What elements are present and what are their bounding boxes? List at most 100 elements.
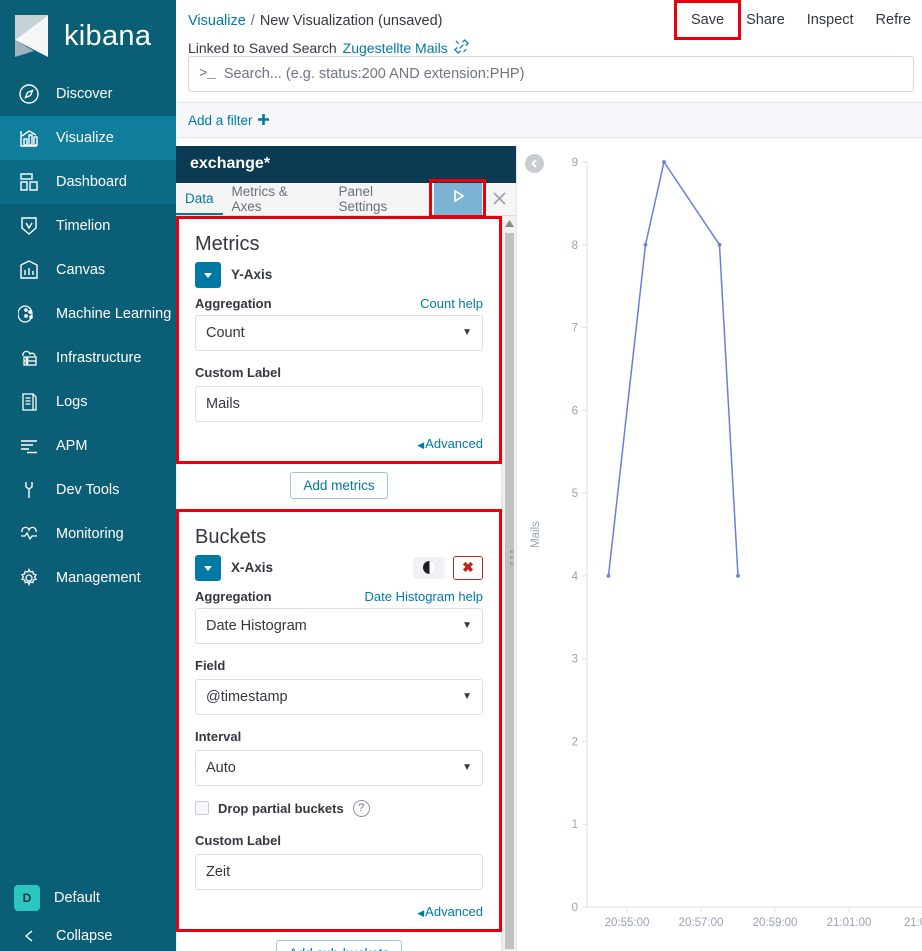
canvas-icon: [16, 257, 42, 283]
buckets-aggregation-label: Aggregation: [195, 588, 272, 604]
sidebar-item-machine-learning[interactable]: Machine Learning: [0, 292, 176, 336]
buckets-interval-select[interactable]: Auto ▼: [195, 749, 483, 786]
share-button[interactable]: Share: [735, 4, 796, 36]
drop-partial-buckets-label: Drop partial buckets: [218, 800, 344, 816]
add-sub-buckets-button[interactable]: Add sub-buckets: [275, 939, 403, 951]
metrics-aggregation-row: Aggregation Count help: [195, 296, 483, 311]
search-input-wrapper[interactable]: >_ Search... (e.g. status:200 AND extens…: [188, 56, 914, 92]
sidebar-item-label: Dev Tools: [56, 482, 120, 498]
apm-icon: [16, 433, 42, 459]
sidebar-item-discover[interactable]: Discover: [0, 72, 176, 116]
question-mark-icon[interactable]: ?: [352, 799, 370, 817]
buckets-aggregation-select[interactable]: Date Histogram ▼: [195, 607, 483, 644]
metrics-custom-label-value: Mails: [206, 395, 240, 412]
sidebar-item-apm[interactable]: APM: [0, 424, 176, 468]
kibana-logo[interactable]: kibana: [0, 0, 176, 72]
kibana-mark-icon: [12, 14, 54, 58]
breadcrumb-separator: /: [250, 13, 255, 29]
chevron-down-icon: ▼: [462, 327, 472, 339]
metrics-advanced-label: Advanced: [425, 435, 483, 451]
app-header: Visualize / New Visualization (unsaved) Li…: [176, 0, 922, 56]
chevron-down-icon: ▼: [462, 620, 472, 632]
buckets-field-select[interactable]: @timestamp ▼: [195, 678, 483, 715]
sidebar-item-label: Discover: [56, 86, 113, 102]
sidebar-item-visualize[interactable]: Visualize: [0, 116, 176, 160]
buckets-collapse-button[interactable]: [195, 554, 221, 581]
buckets-title: Buckets: [195, 525, 267, 548]
scrollbar-up-arrow[interactable]: [503, 216, 516, 231]
sidebar-item-timelion[interactable]: Timelion: [0, 204, 176, 248]
sidebar-item-label: Dashboard: [56, 174, 127, 190]
unlink-icon[interactable]: [453, 39, 469, 57]
drop-partial-buckets-checkbox[interactable]: [195, 801, 209, 816]
main-content: Visualize / New Visualization (unsaved) Li…: [176, 0, 922, 951]
sidebar-item-label: Monitoring: [56, 526, 124, 542]
sidebar-item-label: Management: [56, 570, 141, 586]
search-input[interactable]: Search... (e.g. status:200 AND extension…: [224, 66, 525, 82]
sidebar-item-dev-tools[interactable]: Dev Tools: [0, 468, 176, 512]
breadcrumb-current: New Visualization (unsaved): [259, 13, 443, 29]
sidebar-item-space-default[interactable]: D Default: [0, 875, 176, 921]
monitoring-icon: [16, 521, 42, 547]
buckets-remove-button[interactable]: ✖: [453, 555, 483, 580]
panel-resize-handle[interactable]: [510, 550, 516, 568]
triangle-left-icon: ◀: [417, 907, 425, 918]
close-editor-button[interactable]: [482, 183, 516, 215]
buckets-custom-label-input[interactable]: Zeit: [195, 853, 483, 890]
sidebar-item-infrastructure[interactable]: Infrastructure: [0, 336, 176, 380]
inspect-button[interactable]: Inspect: [796, 4, 865, 36]
svg-text:20:59:00: 20:59:00: [753, 917, 798, 929]
buckets-custom-label-label: Custom Label: [195, 832, 281, 848]
index-pattern-title: exchange*: [176, 146, 516, 183]
add-metrics-button[interactable]: Add metrics: [290, 471, 388, 499]
linked-prefix-label: Linked to Saved Search: [188, 40, 337, 56]
editor-scrollbar[interactable]: [502, 215, 516, 951]
metrics-agg-label: Y-Axis: [231, 267, 273, 283]
refresh-button[interactable]: Refre: [865, 4, 922, 36]
sidebar-item-canvas[interactable]: Canvas: [0, 248, 176, 292]
tab-panel-settings[interactable]: Panel Settings: [330, 183, 435, 215]
metrics-advanced-toggle[interactable]: ◀Advanced: [195, 436, 483, 451]
query-bar: >_ Search... (e.g. status:200 AND extens…: [176, 56, 922, 102]
metrics-aggregation-value: Count: [206, 324, 245, 341]
buckets-advanced-toggle[interactable]: ◀Advanced: [195, 904, 483, 919]
tab-metrics-axes[interactable]: Metrics & Axes: [223, 183, 330, 215]
add-filter-button[interactable]: Add a filter: [188, 113, 269, 128]
sidebar-collapse-button[interactable]: Collapse: [0, 921, 176, 951]
play-icon: [448, 186, 468, 211]
metrics-aggregation-label: Aggregation: [195, 295, 272, 311]
metrics-collapse-button[interactable]: [195, 261, 221, 288]
editor-tabs: Data Metrics & Axes Panel Settings: [176, 178, 516, 218]
add-filter-label: Add a filter: [188, 112, 253, 128]
buckets-enable-toggle[interactable]: [413, 556, 445, 579]
sidebar-item-monitoring[interactable]: Monitoring: [0, 512, 176, 556]
buckets-field-label: Field: [195, 657, 226, 673]
breadcrumb-visualize[interactable]: Visualize: [188, 13, 246, 29]
tab-data[interactable]: Data: [176, 183, 223, 215]
metrics-custom-label-row: Custom Label: [195, 365, 483, 380]
scrollbar-thumb[interactable]: [505, 232, 514, 949]
buckets-interval-value: Auto: [206, 759, 236, 776]
editor-scroll-area: Metrics Y-Axis Aggregation Count help Co…: [176, 215, 516, 951]
sidebar-item-logs[interactable]: Logs: [0, 380, 176, 424]
save-button[interactable]: Save: [674, 0, 742, 40]
logs-icon: [16, 389, 42, 415]
metrics-aggregation-select[interactable]: Count ▼: [195, 314, 483, 351]
sidebar-item-management[interactable]: Management: [0, 556, 176, 600]
query-prompt-icon: >_: [199, 66, 216, 82]
buckets-aggregation-value: Date Histogram: [206, 617, 307, 634]
visualization-chart-pane: 0 1 2 3 4 5 6 7 8 9 Mails 20:55:00 20:57:00 20:59:00 2…: [510, 146, 922, 951]
dashboard-icon: [16, 169, 42, 195]
buckets-custom-label-value: Zeit: [206, 863, 231, 880]
apply-changes-button[interactable]: [429, 178, 486, 218]
svg-text:5: 5: [572, 488, 578, 500]
date-histogram-help-link[interactable]: Date Histogram help: [365, 589, 484, 604]
visualization-workspace: exchange* Data Metrics & Axes Panel Sett…: [176, 146, 922, 951]
count-help-link[interactable]: Count help: [420, 296, 483, 311]
sidebar-item-dashboard[interactable]: Dashboard: [0, 160, 176, 204]
machine-learning-icon: [16, 301, 42, 327]
buckets-advanced-label: Advanced: [425, 903, 483, 919]
plus-icon: [257, 113, 269, 128]
linked-search-link[interactable]: Zugestellte Mails: [343, 40, 448, 56]
metrics-custom-label-input[interactable]: Mails: [195, 385, 483, 422]
